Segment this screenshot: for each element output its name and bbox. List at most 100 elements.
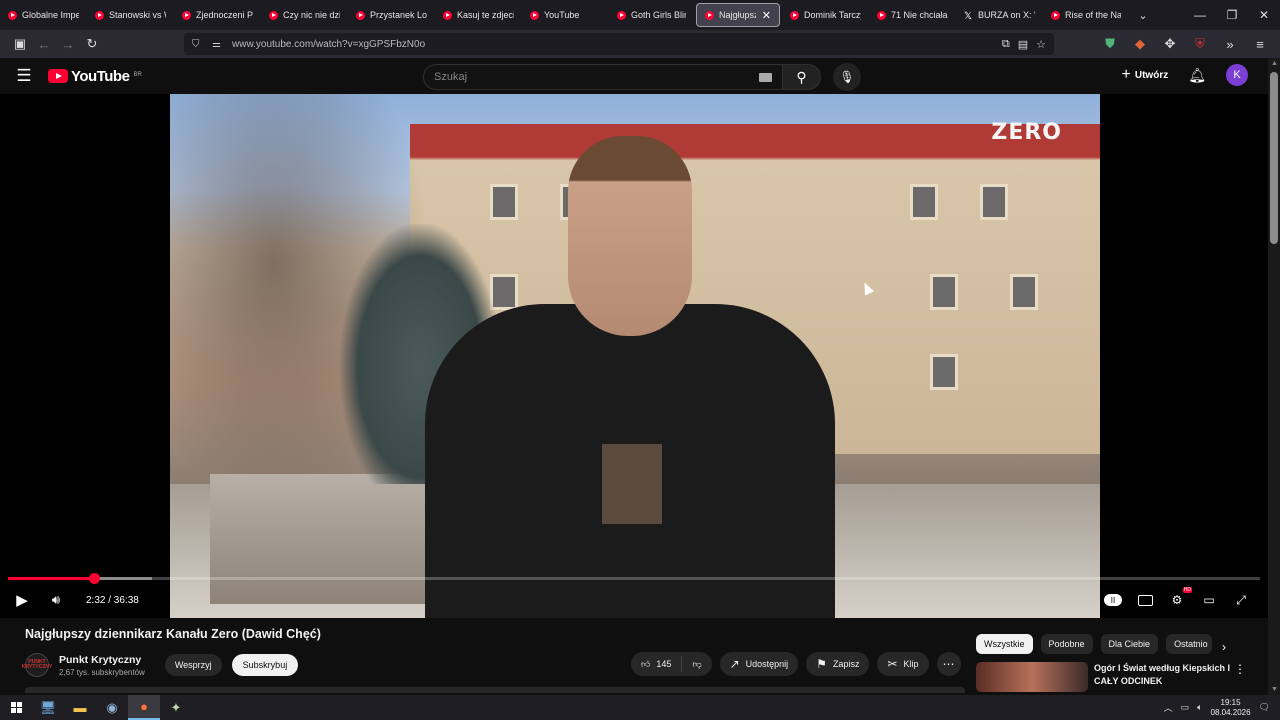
taskbar-app-icon[interactable]: ✦ [160,695,192,720]
join-button[interactable]: Wesprzyj [164,654,222,676]
scroll-down-icon[interactable]: ▼ [1271,686,1278,693]
keyboard-icon[interactable] [759,72,772,82]
chips-next-chevron-icon[interactable]: › [1222,640,1226,654]
minimize-icon[interactable]: — [1184,0,1216,30]
mute-button[interactable]: 🔊︎ [44,592,68,608]
browser-tab[interactable]: Stanowski vs Wo [87,0,174,30]
browser-tab[interactable]: 71 Nie chciała st [869,0,956,30]
create-button[interactable]: + Utwórz [1122,66,1169,84]
sidebar-toggle-icon[interactable]: ▣ [8,32,32,56]
ublock-icon[interactable]: ⛨ [1188,32,1212,56]
account-avatar[interactable]: K [1226,64,1248,86]
autoplay-toggle[interactable]: II [1104,591,1122,609]
tab-list-chevron-icon[interactable]: ⌄ [1129,0,1157,30]
youtube-favicon-icon [443,10,452,20]
shield-icon[interactable]: ⛉ [192,39,206,50]
browser-tab[interactable]: BURZA on X: "Ol [956,0,1043,30]
tray-chevron-icon[interactable]: ︿ [1164,701,1173,714]
dislike-button[interactable]: 👎︎ [682,652,711,676]
thumbs-up-icon: 👍︎ [641,658,651,669]
browser-tab[interactable]: Czy nic nie dziej [261,0,348,30]
recommended-thumbnail[interactable] [976,662,1088,692]
play-button[interactable]: ▶ [0,591,44,609]
youtube-favicon-icon [617,10,626,20]
chip-for-you[interactable]: Dla Ciebie [1100,634,1159,654]
extension-shield-icon[interactable]: ⛊ [1098,32,1122,56]
network-icon[interactable]: ▭ [1181,702,1190,713]
chip-recent[interactable]: Ostatnio [1166,634,1213,654]
browser-tab[interactable]: Zjednoczeni Prze [174,0,261,30]
chip-all[interactable]: Wszystkie [976,634,1033,654]
forward-arrow-icon[interactable]: → [56,32,80,56]
more-actions-button[interactable]: ⋯ [936,652,961,676]
search-button[interactable]: ⚲ [783,64,821,90]
notifications-icon[interactable]: 🗨︎ [1259,702,1270,713]
restore-icon[interactable]: ❐ [1216,0,1248,30]
app-icon: ✦ [170,699,182,715]
voice-search-button[interactable]: 🎙 [833,63,861,91]
browser-tab[interactable]: YouTube [522,0,609,30]
chip-related[interactable]: Podobne [1040,634,1093,654]
share-button[interactable]: ↗ Udostępnij [719,652,799,676]
youtube-logo[interactable]: YouTube BR [48,68,142,85]
settings-button[interactable]: ⚙ [1168,587,1192,609]
youtube-play-logo-icon [48,69,68,83]
channel-avatar[interactable]: PUNKT KRYTYCZNY [22,653,52,677]
browser-tab[interactable]: Przystanek Lomt [348,0,435,30]
recommended-video[interactable]: Ogór I Świat według Kiepskich I CAŁY ODC… [976,662,1246,692]
video-player[interactable]: ZERO ▶ 🔊︎ 2:32 / 36:38 II ⚙ ▭ ⤢ [0,94,1268,618]
browser-tab-active[interactable]: Najgłupszy dz✕ [696,3,780,27]
browser-tab[interactable]: Kasuj te zdjecia z [435,0,522,30]
youtube-favicon-icon [95,10,104,20]
channel-name[interactable]: Punkt Krytyczny [59,654,145,666]
close-tab-icon[interactable]: ✕ [762,9,771,22]
overflow-chevrons-icon[interactable]: » [1218,32,1242,56]
recommended-title[interactable]: Ogór I Świat według Kiepskich I CAŁY ODC… [1094,662,1239,692]
volume-tray-icon[interactable]: 🔈︎ [1197,702,1202,713]
taskbar-app-icon[interactable]: ● [128,695,160,720]
progress-bar[interactable] [8,573,1260,584]
extension-fox-icon[interactable]: ◆ [1128,32,1152,56]
subtitles-button[interactable] [1136,591,1154,609]
notifications-bell-icon[interactable]: 🔔︎ [1188,67,1206,84]
browser-tab[interactable]: Globalne Imperi [0,0,87,30]
reader-view-icon[interactable]: ▤ [1018,38,1028,51]
scroll-up-icon[interactable]: ▲ [1271,60,1278,67]
guide-menu-icon[interactable]: ☰ [0,66,48,86]
youtube-favicon-icon [182,10,191,20]
fullscreen-button[interactable]: ⤢ [1232,591,1250,609]
page-scrollbar[interactable]: ▲ ▼ [1268,58,1280,695]
url-text[interactable]: www.youtube.com/watch?v=xgGPSFbzN0o [232,39,425,50]
theater-mode-button[interactable]: ▭ [1200,591,1218,609]
scrubber-handle[interactable] [89,573,101,584]
clip-button[interactable]: ✂ Klip [877,652,929,676]
menu-icon[interactable]: ≡ [1248,32,1272,56]
permissions-icon[interactable]: ⚌ [212,39,226,50]
scrollbar-thumb[interactable] [1270,72,1278,244]
picture-in-picture-icon[interactable]: ⧉ [1002,38,1010,51]
extensions-puzzle-icon[interactable]: ✥ [1158,32,1182,56]
recommended-menu-icon[interactable]: ⋮ [1234,662,1246,676]
system-tray: ︿ ▭ 🔈︎ 19:15 08.04.2026 🗨︎ [1164,698,1280,718]
clock[interactable]: 19:15 08.04.2026 [1211,698,1251,718]
back-arrow-icon[interactable]: ← [32,32,56,56]
address-bar[interactable]: ⛉ ⚌ www.youtube.com/watch?v=xgGPSFbzN0o … [184,33,1054,55]
close-window-icon[interactable]: ✕ [1248,0,1280,30]
like-button[interactable]: 👍︎ 145 [631,652,681,676]
search-input[interactable]: Szukaj [423,64,783,90]
building-window [1010,274,1038,310]
taskbar-app-icon[interactable]: 🖥︎ [32,695,64,720]
save-button[interactable]: ⚑ Zapisz [806,652,870,676]
taskbar-app-icon[interactable]: ◉ [96,695,128,720]
taskbar-app-icon[interactable]: ▬ [64,695,96,720]
browser-tab[interactable]: Dominik Tarczyń [782,0,869,30]
description-box[interactable] [25,687,965,693]
subscribe-button[interactable]: Subskrybuj [231,654,299,676]
browser-tab[interactable]: Goth Girls Blind [609,0,694,30]
video-frame[interactable]: ZERO [170,94,1100,618]
start-button[interactable] [0,695,32,720]
browser-tab[interactable]: Rise of the Nazis [1043,0,1129,30]
reload-icon[interactable]: ↻ [80,32,104,56]
microphone-icon: 🎙 [839,70,855,84]
bookmark-star-icon[interactable]: ☆ [1036,38,1046,51]
